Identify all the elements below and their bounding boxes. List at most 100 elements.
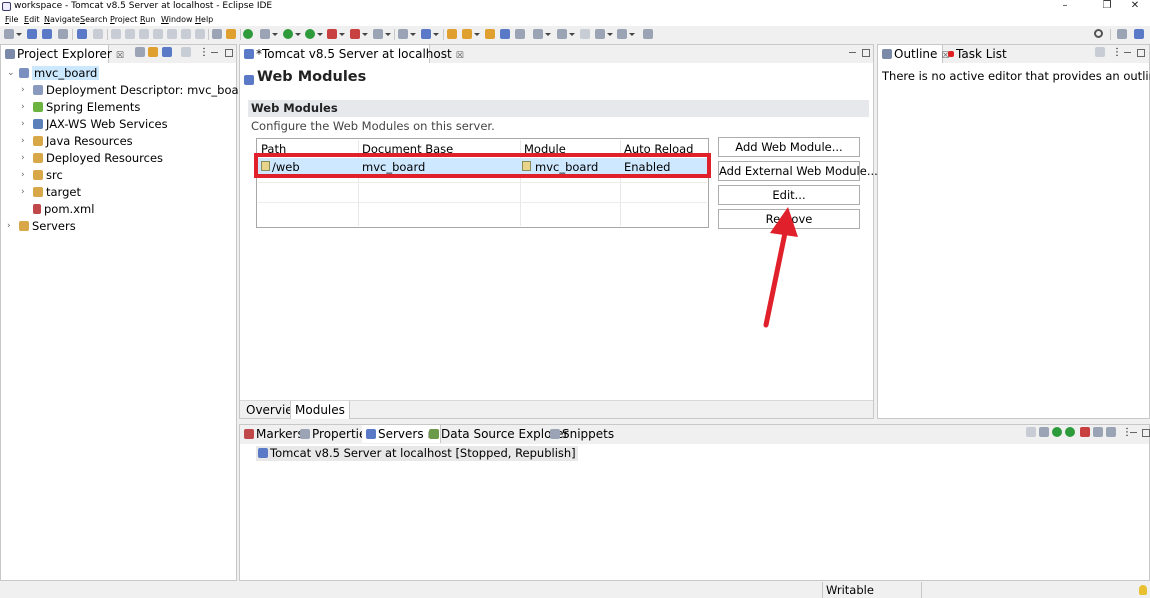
tree-item-servers[interactable]: › Servers (5, 218, 76, 235)
new-package-icon[interactable] (421, 29, 439, 39)
chevron-right-icon[interactable]: › (21, 137, 29, 146)
minimize-view-icon[interactable] (849, 52, 856, 54)
tree-item-src[interactable]: › src (19, 167, 63, 184)
add-external-web-module-button[interactable]: Add External Web Module... (718, 161, 878, 181)
tree-item-target[interactable]: › target (19, 184, 81, 201)
chevron-down-icon[interactable]: ⌄ (7, 69, 15, 78)
external-tools-icon[interactable] (327, 29, 345, 39)
next-annotation-icon[interactable] (533, 29, 551, 39)
server-entry[interactable]: Tomcat v8.5 Server at localhost [Stopped… (256, 446, 578, 461)
annotation-icon[interactable] (515, 29, 525, 39)
tab-modules[interactable]: Modules (290, 401, 350, 419)
prev-annotation-icon[interactable] (557, 29, 575, 39)
chevron-right-icon[interactable]: › (7, 222, 15, 231)
pin-editor-icon[interactable] (643, 29, 653, 39)
new-icon[interactable] (4, 29, 22, 39)
tab-snippets[interactable]: Snippets (546, 425, 618, 443)
search-tool-icon[interactable] (462, 29, 480, 39)
tree-item-java-resources[interactable]: › Java Resources (19, 133, 133, 150)
disconnect-icon[interactable] (153, 29, 163, 39)
collapse-all-icon[interactable] (135, 47, 145, 57)
chevron-right-icon[interactable]: › (21, 86, 29, 95)
terminate-icon[interactable] (139, 29, 149, 39)
tab-task-list[interactable]: Task List (944, 45, 1011, 63)
open-type-icon[interactable] (447, 29, 457, 39)
web-browser-icon[interactable] (500, 29, 510, 39)
open-task-icon[interactable] (485, 29, 495, 39)
save-icon[interactable] (27, 29, 37, 39)
search-icon[interactable] (1094, 29, 1103, 38)
collapse-icon[interactable] (1026, 427, 1036, 437)
maximize-view-icon[interactable] (1142, 429, 1150, 437)
restore-button[interactable]: ❐ (1092, 0, 1122, 13)
tree-item-spring-elements[interactable]: › Spring Elements (19, 99, 140, 116)
maximize-view-icon[interactable] (862, 49, 870, 57)
stop-icon[interactable] (350, 29, 368, 39)
menu-run[interactable]: Run (140, 13, 155, 26)
coverage-icon[interactable] (305, 29, 323, 39)
back-icon[interactable] (595, 29, 613, 39)
minimize-view-icon[interactable] (211, 52, 218, 54)
menu-navigate[interactable]: Navigate (44, 13, 80, 26)
run-icon[interactable] (283, 29, 301, 39)
skip-breakpoints-icon[interactable] (93, 29, 103, 39)
profile-server-icon[interactable] (1065, 427, 1075, 437)
tree-item-deployed-resources[interactable]: › Deployed Resources (19, 150, 163, 167)
print-icon[interactable] (58, 29, 68, 39)
java-ee-perspective-icon[interactable] (1134, 29, 1144, 39)
step-over-icon[interactable] (181, 29, 191, 39)
close-icon[interactable]: ☒ (456, 51, 464, 61)
menu-file[interactable]: File (5, 13, 18, 26)
tree-item-jax-ws[interactable]: › JAX-WS Web Services (19, 116, 168, 133)
last-edit-icon[interactable] (580, 29, 590, 39)
resume-icon[interactable] (111, 29, 121, 39)
step-return-icon[interactable] (195, 29, 205, 39)
filter-icon[interactable] (162, 47, 172, 57)
step-into-icon[interactable] (167, 29, 177, 39)
minimize-button[interactable]: – (1050, 0, 1080, 13)
minimize-view-icon[interactable] (1124, 52, 1131, 54)
start-server-icon[interactable] (243, 29, 253, 39)
tree-item-pom-xml[interactable]: pom.xml (19, 201, 94, 218)
minimize-view-icon[interactable] (1130, 432, 1137, 434)
debug-config-icon[interactable] (226, 29, 236, 39)
start-server-icon[interactable] (1052, 427, 1062, 437)
view-toolbar-icon[interactable] (1095, 47, 1105, 57)
new-server-icon[interactable] (398, 29, 416, 39)
close-window-button[interactable]: ✕ (1120, 0, 1150, 13)
chevron-right-icon[interactable]: › (21, 171, 29, 180)
menu-window[interactable]: Window (161, 13, 193, 26)
menu-project[interactable]: Project (110, 13, 137, 26)
chevron-right-icon[interactable]: › (21, 103, 29, 112)
menu-edit[interactable]: Edit (24, 13, 40, 26)
chevron-right-icon[interactable]: › (21, 154, 29, 163)
tab-project-explorer[interactable]: Project Explorer ☒ (1, 45, 124, 63)
publish-icon[interactable] (1093, 427, 1103, 437)
open-perspective-icon[interactable] (1117, 29, 1127, 39)
view-menu-icon[interactable]: ⋮ (1112, 47, 1122, 58)
debug-icon[interactable] (260, 29, 278, 39)
tab-tomcat-server-editor[interactable]: *Tomcat v8.5 Server at localhost ☒ (240, 45, 464, 63)
disconnect-icon[interactable] (1106, 427, 1116, 437)
suspend-icon[interactable] (125, 29, 135, 39)
maximize-view-icon[interactable] (225, 49, 233, 57)
deploy-icon[interactable] (373, 29, 391, 39)
view-menu-icon[interactable]: ⋮ (199, 47, 209, 58)
edit-button[interactable]: Edit... (718, 185, 860, 205)
terminal-icon[interactable] (77, 29, 87, 39)
chevron-right-icon[interactable]: › (21, 188, 29, 197)
menu-help[interactable]: Help (195, 13, 213, 26)
tree-item-deployment-descriptor[interactable]: › Deployment Descriptor: mvc_board (19, 82, 250, 99)
menu-search[interactable]: Search (80, 13, 107, 26)
focus-icon[interactable] (181, 47, 191, 57)
lightbulb-icon[interactable] (1139, 585, 1147, 595)
close-icon[interactable]: ☒ (116, 51, 124, 61)
tree-root-mvc-board[interactable]: ⌄ mvc_board (5, 65, 100, 82)
tasks-icon[interactable] (212, 29, 222, 39)
add-web-module-button[interactable]: Add Web Module... (718, 137, 860, 157)
stop-server-icon[interactable] (1080, 427, 1090, 437)
maximize-view-icon[interactable] (1137, 49, 1145, 57)
forward-icon[interactable] (617, 29, 635, 39)
save-all-icon[interactable] (42, 29, 52, 39)
debug-server-icon[interactable] (1039, 427, 1049, 437)
